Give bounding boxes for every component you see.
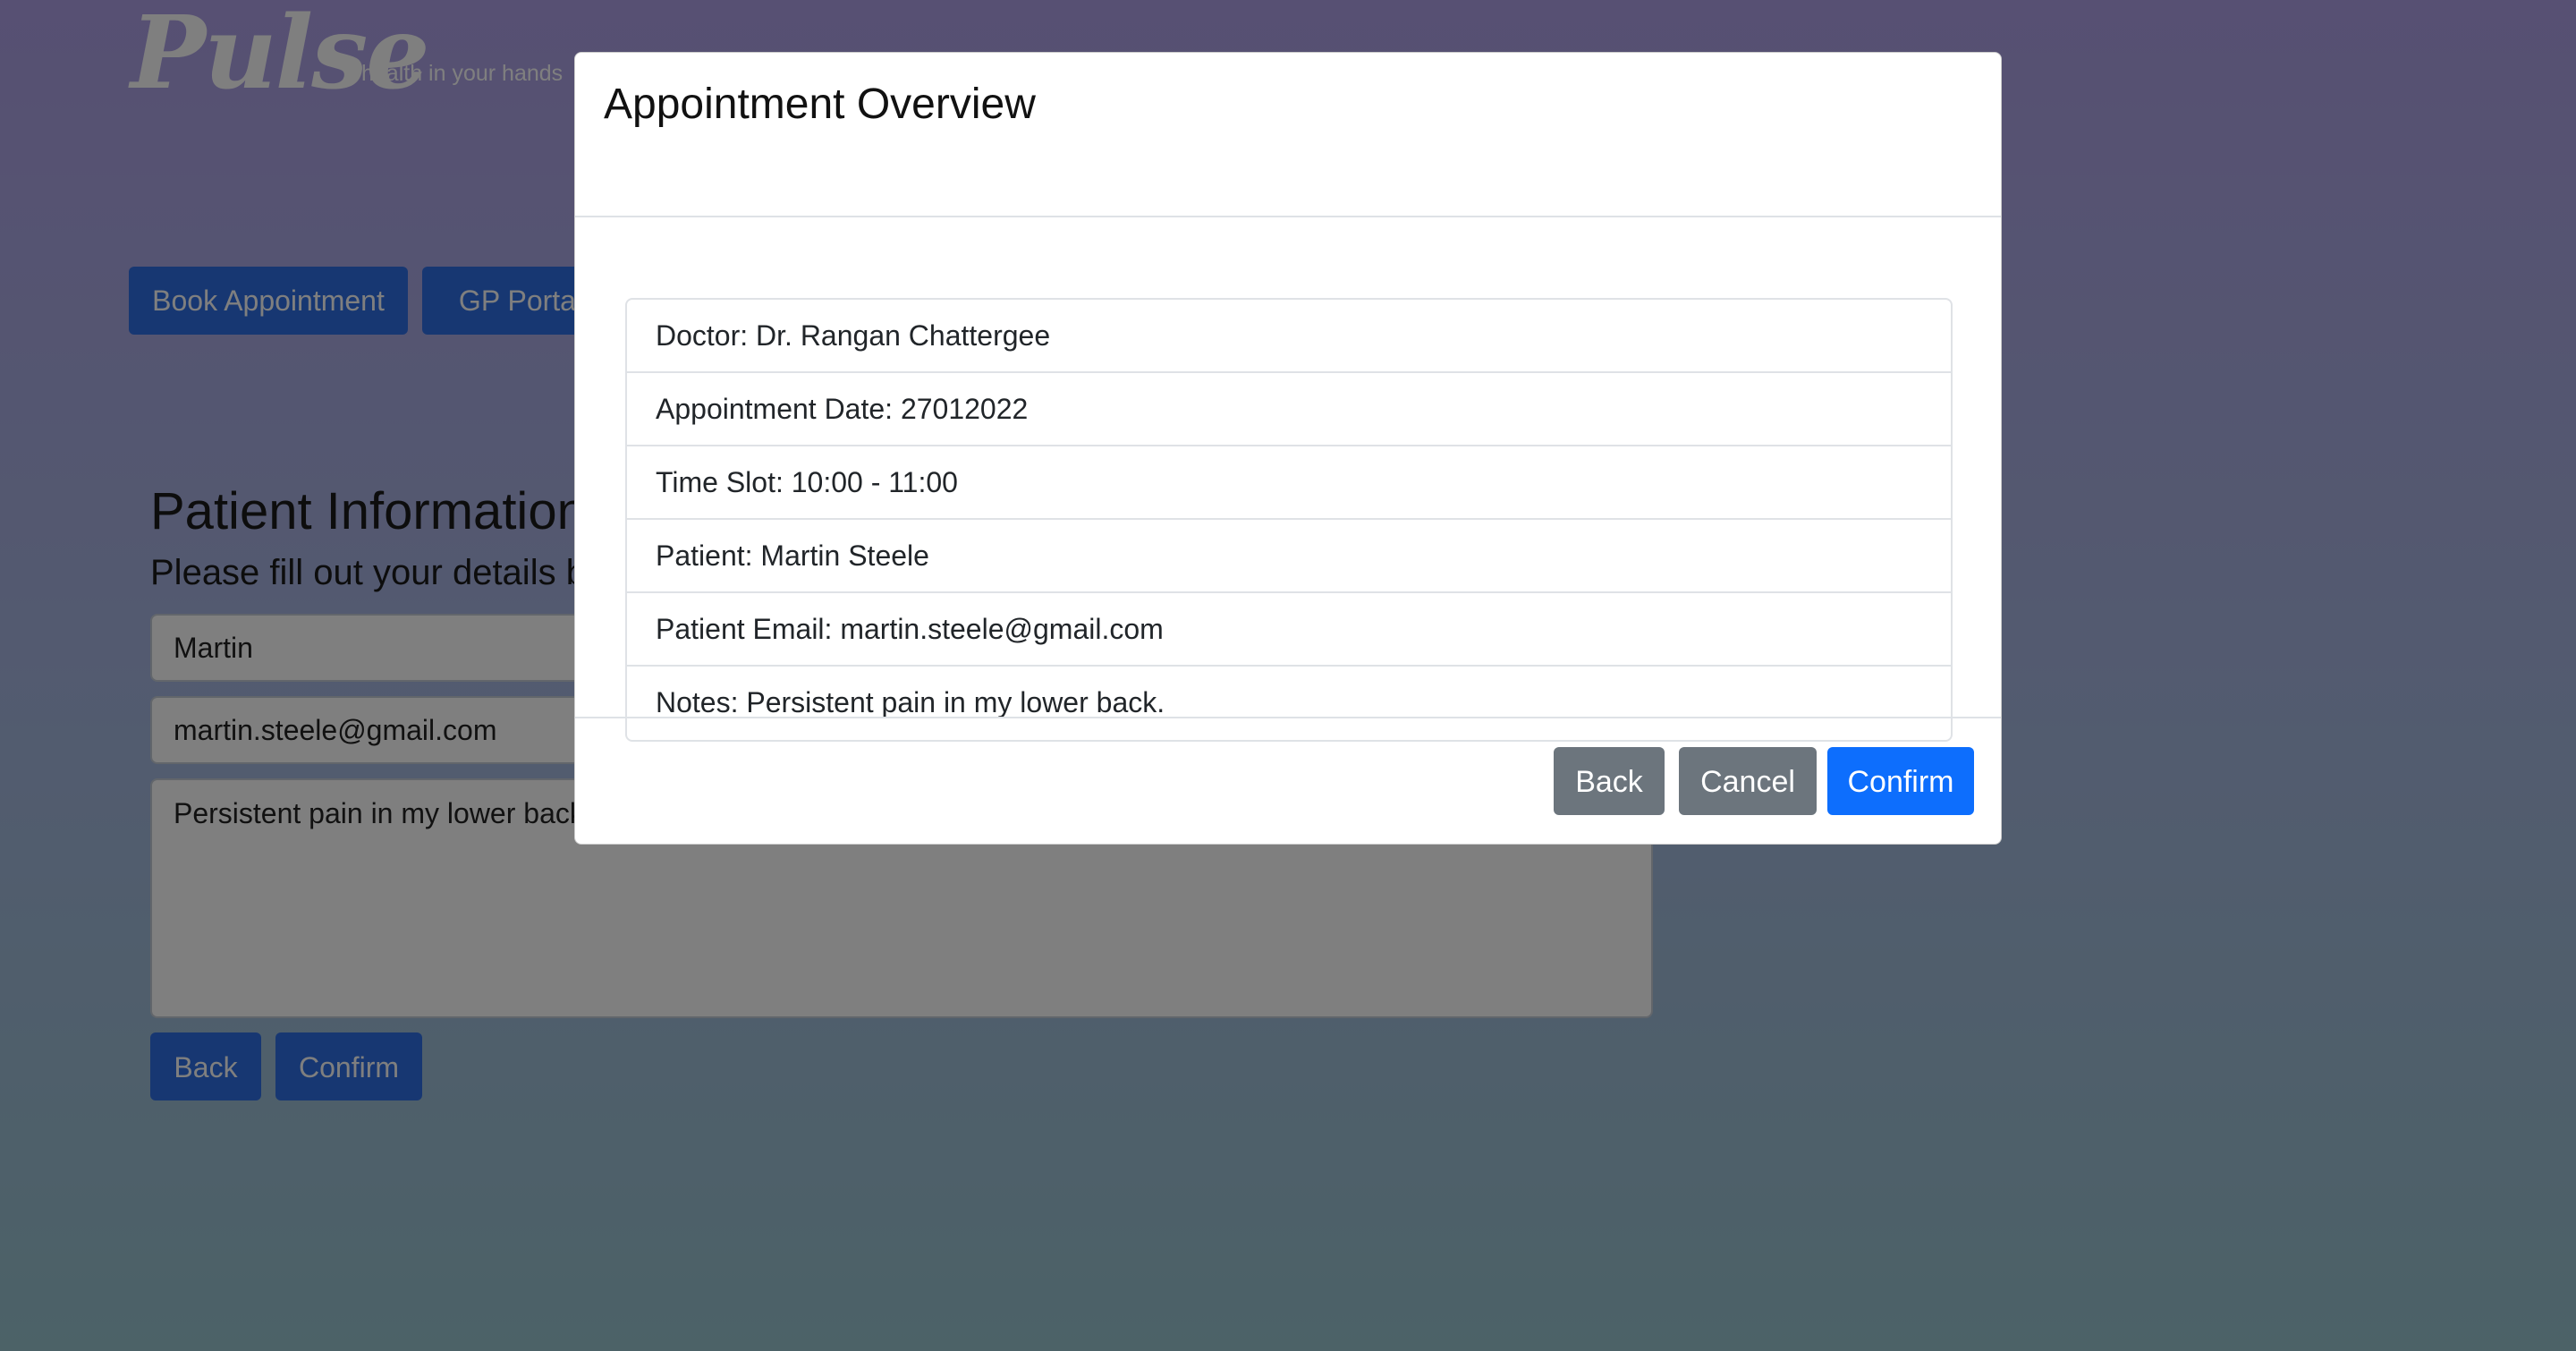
modal-header: Appointment Overview — [575, 53, 2001, 217]
detail-appointment-date: Appointment Date: 27012022 — [627, 373, 1951, 446]
detail-doctor: Doctor: Dr. Rangan Chattergee — [627, 300, 1951, 373]
appointment-details-list: Doctor: Dr. Rangan Chattergee Appointmen… — [625, 298, 1953, 742]
modal-back-button[interactable]: Back — [1554, 747, 1665, 815]
modal-footer: Back Cancel Confirm — [575, 717, 2001, 844]
modal-body: Doctor: Dr. Rangan Chattergee Appointmen… — [575, 217, 2001, 770]
detail-patient: Patient: Martin Steele — [627, 520, 1951, 593]
modal-cancel-button[interactable]: Cancel — [1679, 747, 1817, 815]
modal-confirm-button[interactable]: Confirm — [1827, 747, 1974, 815]
detail-patient-email: Patient Email: martin.steele@gmail.com — [627, 593, 1951, 667]
detail-time-slot: Time Slot: 10:00 - 11:00 — [627, 446, 1951, 520]
modal-title: Appointment Overview — [604, 81, 1036, 128]
appointment-overview-modal: Appointment Overview Doctor: Dr. Rangan … — [574, 52, 2002, 845]
